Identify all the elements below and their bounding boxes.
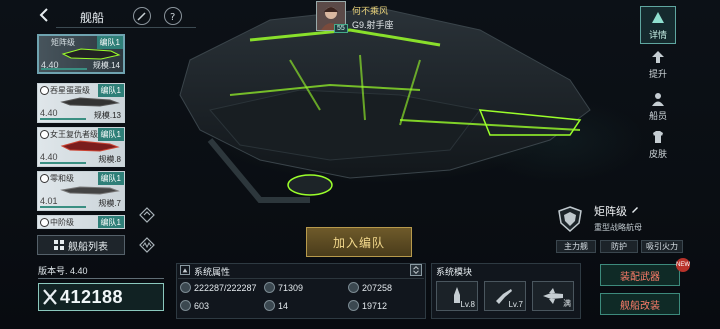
ship-card-scale: 规模.8 [98,155,121,164]
modules-title: 系统模块 [436,267,473,277]
tab-label: 提升 [648,69,667,79]
module-slot-1[interactable]: Lv.8 [436,281,478,311]
ship-card-bar [40,118,86,120]
module-level: 满 [563,299,571,308]
attr-armor: 71309 [264,282,303,293]
tab-details[interactable]: 详情 [640,6,676,44]
speed-icon [180,300,191,311]
armor-icon [264,282,275,293]
ship-card-scale: 规模.14 [92,61,120,70]
lock-icon [40,86,49,95]
shield-icon [348,282,359,293]
ship-thumb-icon [60,97,120,107]
new-badge: NEW [676,258,690,272]
grid-icon [264,300,275,311]
module-slot-2[interactable]: Lv.7 [484,281,526,311]
sort-button[interactable] [133,7,151,25]
power-swords-icon [43,289,57,305]
attr-hull: 222287/222287 [180,282,257,293]
module-level: Lv.7 [508,300,523,309]
version-divider [38,278,164,279]
attributes-icon [180,265,190,275]
fleet-badge: 编队1 [97,216,124,228]
player-level: 55 [334,24,348,33]
ship-tag: 主力舰 [556,240,596,253]
module-slot-3[interactable]: 满 [532,281,574,311]
attributes-title: 系统属性 [194,267,231,277]
attr-value: 19712 [362,300,388,311]
module-level: Lv.8 [460,300,475,309]
ship-card-name: 中阶级 [50,218,74,227]
filter-icon[interactable] [138,206,156,224]
ship-card-scale: 规模.7 [98,199,121,208]
back-icon[interactable] [36,6,54,24]
ship-card-4[interactable]: 零和级 编队1 4.01 规模.7 [37,171,125,211]
attr-value: 207258 [362,282,393,293]
ship-card-3[interactable]: 女王复仇者级 编队1 4.40 规模.8 [37,127,125,167]
details-icon [652,12,664,23]
tab-upgrade[interactable]: 提升 [640,44,676,82]
ship-card-score: 4.40 [40,108,58,118]
add-to-fleet-button[interactable]: 加入编队 [306,227,412,257]
tab-skin[interactable]: 皮肤 [640,124,676,162]
pen-icon [137,12,146,21]
page-title: 舰船 [80,11,105,25]
aircraft-module-icon [543,288,563,304]
lock-icon [40,130,49,139]
ship-thumb-icon [60,186,120,195]
attributes-divider [178,278,424,279]
crew-icon [652,93,664,106]
energy-icon [348,300,359,311]
grid-icon [54,240,64,250]
ship-tag: 防护 [600,240,638,253]
swap-icon[interactable] [410,264,422,276]
power-value: 412188 [60,287,124,307]
upgrade-icon [652,51,664,63]
ship-card-1[interactable]: 矩阵级 编队1 4.40 规模.14 [37,34,125,74]
help-button[interactable]: ? [164,7,182,25]
attr-value: 71309 [278,282,304,293]
tab-label: 皮肤 [648,149,667,159]
attr-speed: 603 [180,300,209,311]
version-label: 版本号. 4.40 [38,266,88,276]
skin-icon [653,131,663,143]
attr-value: 14 [278,300,289,311]
tab-label: 船员 [648,111,667,121]
ship-card-5[interactable]: 中阶级 编队1 [37,215,125,229]
ship-card-bar [40,206,86,208]
equip-weapons-button[interactable]: 装配武器 [600,264,680,286]
attr-value: 603 [194,300,210,311]
ship-list-label: 舰船列表 [68,241,108,253]
tab-crew[interactable]: 船员 [640,86,676,124]
ship-card-2[interactable]: 吞星蛋蛋级 编队1 4.40 规模.13 [37,83,125,123]
ship-tag: 吸引火力 [641,240,683,253]
tab-label: 详情 [648,30,667,40]
player-rank: G9.射手座 [352,20,394,30]
attr-energy: 19712 [348,300,387,311]
attr-grid: 14 [264,300,288,311]
ship-thumb-icon [60,140,120,152]
wave-icon[interactable] [138,236,156,254]
attr-shield: 207258 [348,282,392,293]
header-divider [56,27,196,28]
rename-icon[interactable] [630,204,640,214]
ship-card-bar [40,162,86,164]
ship-class: 重型战略航母 [594,223,642,232]
hull-icon [180,282,191,293]
ship-name: 矩阵级 [594,206,627,218]
ship-card-score: 4.01 [40,196,58,206]
ship-illustration [179,7,591,203]
attr-value: 222287/222287 [194,282,257,293]
ship-card-bar [41,68,87,70]
ship-class-shield-icon [558,206,582,232]
help-icon: ? [170,12,175,23]
ship-list-button[interactable]: 舰船列表 [37,235,125,255]
ship-modify-button[interactable]: 舰船改装 [600,293,680,315]
player-name: 何不乘风 [352,6,389,16]
lock-icon [40,218,49,227]
ship-card-score: 4.40 [40,152,58,162]
svg-text:?: ? [170,12,175,23]
ship-card-scale: 规模.13 [93,111,121,120]
lock-icon [40,174,49,183]
